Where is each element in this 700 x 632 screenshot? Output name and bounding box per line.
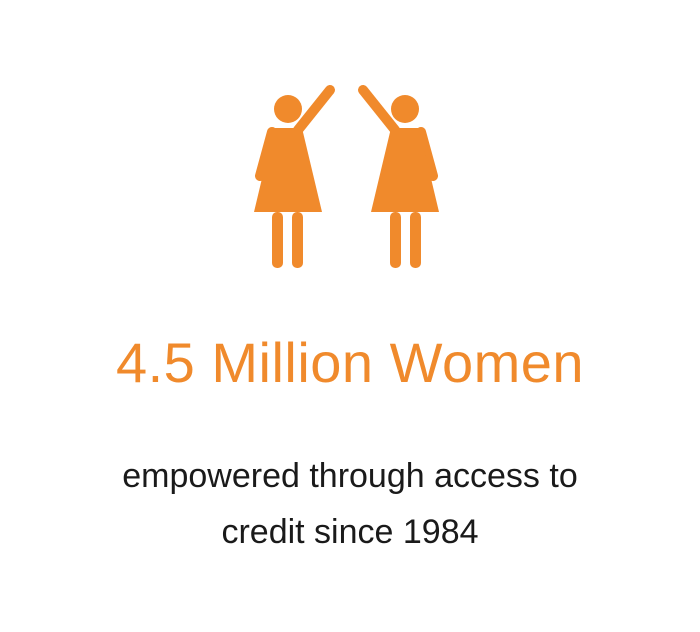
women-raising-hands-icon — [240, 80, 460, 276]
woman-right-icon — [358, 85, 439, 268]
subtext-line-2: credit since 1984 — [221, 513, 479, 551]
woman-left-icon — [254, 85, 335, 268]
subtext-line-1: empowered through access to — [122, 457, 578, 495]
infographic-card: 4.5 Million Women empowered through acce… — [0, 0, 700, 632]
subtext: empowered through access to credit since… — [0, 448, 700, 560]
headline-stat: 4.5 Million Women — [115, 331, 585, 394]
